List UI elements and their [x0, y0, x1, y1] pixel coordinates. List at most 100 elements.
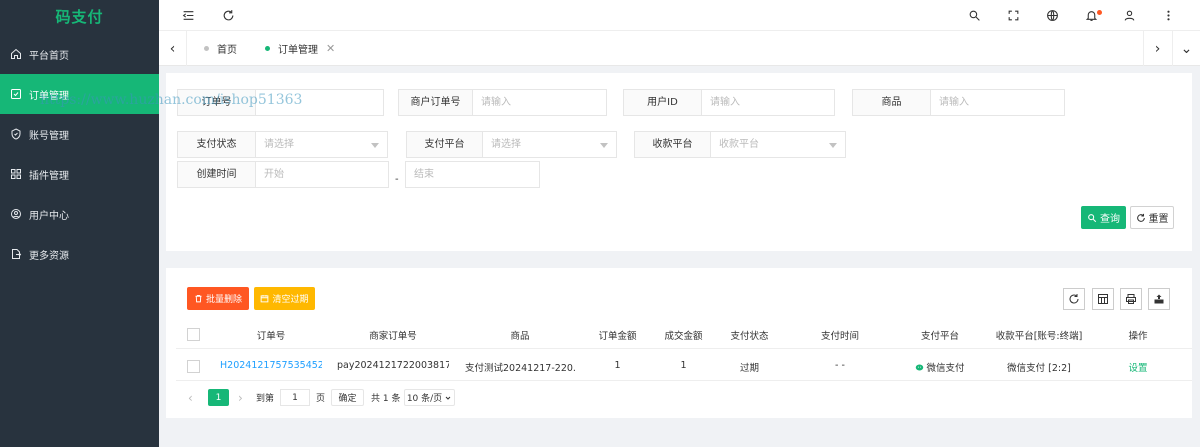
receive-platform-select[interactable]: 收款平台 收款平台	[634, 131, 846, 158]
print-icon[interactable]	[1120, 288, 1142, 310]
column-header[interactable]: 操作	[1120, 328, 1156, 342]
user-id-label: 用户ID	[624, 90, 702, 115]
search-icon	[1088, 213, 1097, 222]
column-header[interactable]: 支付时间	[810, 328, 870, 342]
sidebar-item-label: 更多资源	[29, 250, 69, 262]
tab-orders[interactable]: 订单管理 ✕	[265, 31, 335, 66]
order-amount-cell: 1	[614, 360, 621, 371]
refresh-icon[interactable]	[221, 8, 235, 22]
columns-filter-icon[interactable]	[1092, 288, 1114, 310]
sidebar-item-accounts[interactable]: 账号管理	[0, 114, 159, 154]
status-badge: 过期	[739, 363, 759, 374]
sidebar-item-user-center[interactable]: 用户中心	[0, 194, 159, 234]
pay-status-select[interactable]: 支付状态 请选择	[177, 131, 388, 158]
tab-dot	[204, 46, 209, 51]
column-header[interactable]: 收款平台[账号:终端]	[988, 328, 1090, 342]
sidebar-item-plugins[interactable]: 插件管理	[0, 154, 159, 194]
close-icon[interactable]: ✕	[326, 42, 335, 55]
search-button-label: 查询	[1100, 214, 1120, 225]
settings-link[interactable]: 设置	[1120, 360, 1156, 374]
merchant-order-input[interactable]: 请输入	[473, 90, 606, 115]
chevron-left-icon[interactable]: ‹	[159, 31, 187, 66]
clear-expired-button[interactable]: 清空过期	[254, 287, 315, 310]
tab-home[interactable]: 首页	[204, 31, 237, 66]
user-circle-icon	[10, 208, 22, 220]
pay-status-placeholder: 请选择	[264, 139, 294, 150]
pager-total: 共 1 条	[371, 394, 401, 404]
pay-platform-value[interactable]: 请选择	[483, 132, 616, 157]
table-refresh-icon[interactable]	[1063, 288, 1085, 310]
row-checkbox[interactable]	[187, 360, 200, 373]
sidebar-item-label: 订单管理	[29, 90, 69, 102]
column-header[interactable]: 成交金额	[656, 328, 711, 342]
pager-current-page[interactable]: 1	[208, 389, 229, 406]
column-header[interactable]: 商家订单号	[337, 328, 449, 342]
tab-dot	[265, 46, 270, 51]
product-input[interactable]: 请输入	[931, 90, 1064, 115]
column-header[interactable]: 订单金额	[590, 328, 645, 342]
created-start-field[interactable]: 创建时间 开始	[177, 161, 389, 188]
home-icon	[10, 48, 22, 60]
brand-logo[interactable]: 码支付	[0, 0, 159, 34]
pay-platform-select[interactable]: 支付平台 请选择	[406, 131, 617, 158]
chevron-down-icon[interactable]: ⌄	[1172, 31, 1200, 66]
paid-amount-cell: 1	[680, 360, 687, 371]
sidebar-item-label: 插件管理	[29, 170, 69, 182]
trash-icon	[195, 295, 202, 303]
receive-platform-value[interactable]: 收款平台	[711, 132, 845, 157]
bell-icon[interactable]	[1084, 8, 1102, 22]
search-button[interactable]: 查询	[1081, 206, 1126, 229]
sidebar-item-label: 账号管理	[29, 130, 69, 142]
calendar-icon	[261, 295, 269, 303]
shield-icon	[10, 128, 22, 140]
globe-icon[interactable]	[1045, 8, 1059, 22]
sidebar-item-orders[interactable]: 订单管理	[0, 74, 159, 114]
pay-platform-placeholder: 请选择	[491, 139, 521, 150]
order-no-field[interactable]: 订单号	[177, 89, 384, 116]
user-icon[interactable]	[1122, 8, 1136, 22]
merchant-order-field[interactable]: 商户订单号 请输入	[398, 89, 607, 116]
pager-confirm-button[interactable]: 确定	[331, 389, 364, 406]
pager-next-icon[interactable]: ›	[238, 389, 243, 406]
top-header	[159, 0, 1200, 31]
created-start-input[interactable]: 开始	[256, 162, 388, 187]
reset-button[interactable]: 重置	[1130, 206, 1174, 229]
platform-cell: 微信支付	[908, 360, 972, 374]
product-field[interactable]: 商品 请输入	[852, 89, 1065, 116]
export-icon[interactable]	[1148, 288, 1170, 310]
more-vertical-icon[interactable]	[1161, 8, 1175, 22]
product-cell: 支付测试20241217-220...	[465, 363, 575, 374]
sidebar-item-home[interactable]: 平台首页	[0, 34, 159, 74]
pay-status-value[interactable]: 请选择	[256, 132, 387, 157]
user-id-input[interactable]: 请输入	[702, 90, 834, 115]
chevron-right-icon[interactable]: ›	[1143, 31, 1171, 66]
search-icon[interactable]	[967, 8, 981, 22]
merchant-order-label: 商户订单号	[399, 90, 473, 115]
created-label: 创建时间	[178, 162, 256, 187]
order-no-input[interactable]	[256, 90, 383, 115]
column-header[interactable]: 支付状态	[722, 328, 777, 342]
sidebar-item-label: 用户中心	[29, 210, 69, 222]
order-no-link[interactable]: H2024121757535452	[220, 360, 322, 374]
pager-goto-input[interactable]: 1	[280, 389, 310, 406]
platform-label: 微信支付	[926, 363, 965, 374]
created-end-input[interactable]: 结束	[405, 161, 540, 188]
batch-delete-button[interactable]: 批量删除	[187, 287, 249, 310]
reset-button-label: 重置	[1148, 214, 1169, 225]
sidebar-item-more[interactable]: 更多资源	[0, 234, 159, 274]
order-no-label: 订单号	[178, 90, 256, 115]
pay-status-label: 支付状态	[178, 132, 256, 157]
pager-size-select[interactable]: 10 条/页	[404, 389, 455, 406]
fullscreen-icon[interactable]	[1006, 8, 1020, 22]
export-icon	[10, 248, 22, 260]
pager-prev-icon[interactable]: ‹	[188, 389, 193, 406]
column-header[interactable]: 支付平台	[910, 328, 970, 342]
user-id-field[interactable]: 用户ID 请输入	[623, 89, 835, 116]
column-header[interactable]: 商品	[465, 328, 575, 342]
menu-fold-icon[interactable]	[181, 8, 195, 22]
receive-platform-placeholder: 收款平台	[719, 139, 759, 150]
column-header[interactable]: 订单号	[226, 328, 316, 342]
select-all-checkbox[interactable]	[187, 328, 200, 341]
pager-goto-label: 到第	[256, 394, 275, 404]
batch-delete-label: 批量删除	[205, 295, 242, 305]
